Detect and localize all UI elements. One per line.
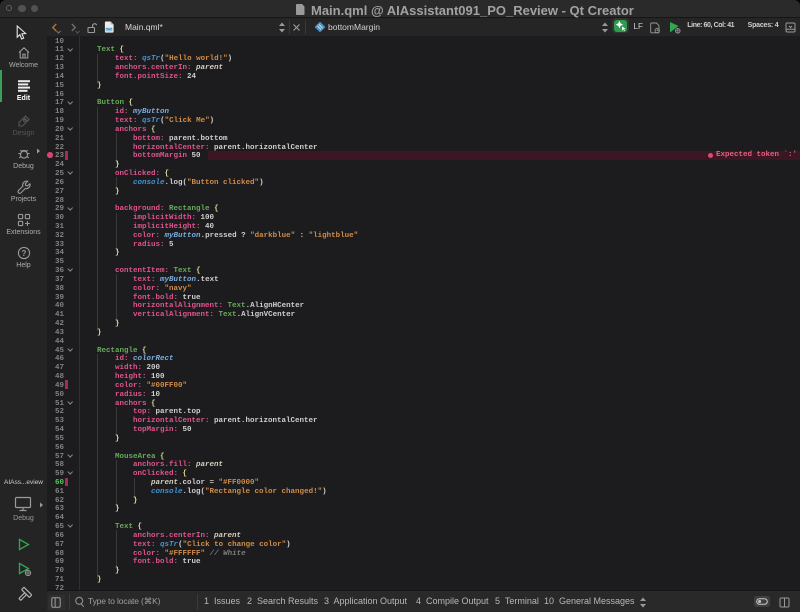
svg-text:?: ? (22, 249, 27, 258)
